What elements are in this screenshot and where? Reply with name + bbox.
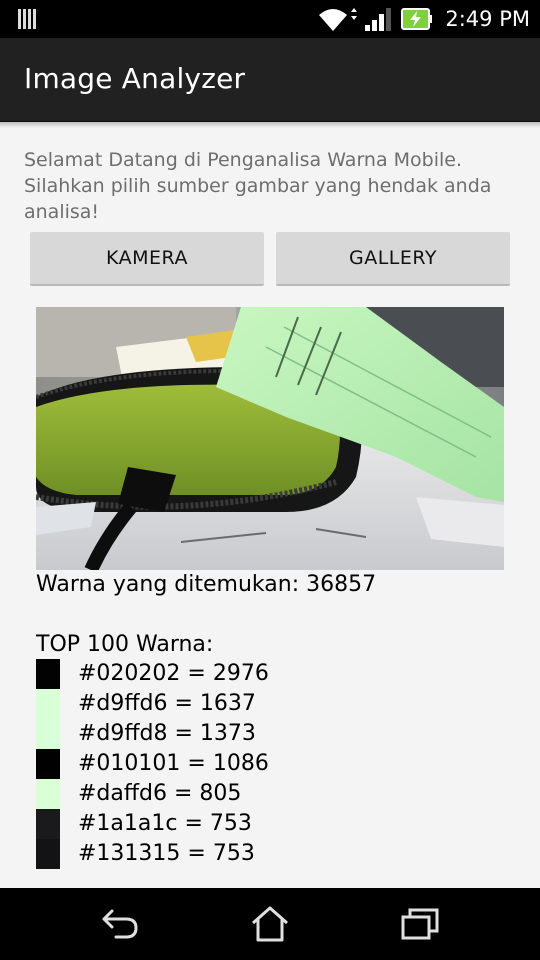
gallery-button[interactable]: GALLERY bbox=[276, 232, 510, 286]
color-list-item: #020202 = 2976 bbox=[36, 659, 356, 689]
color-list-item: #d9ffd8 = 1373 bbox=[36, 719, 356, 749]
kamera-button[interactable]: KAMERA bbox=[30, 232, 264, 286]
color-swatch bbox=[36, 689, 60, 719]
battery-charging-icon bbox=[401, 8, 433, 30]
back-icon bbox=[102, 909, 138, 939]
color-count-text: #131315 = 753 bbox=[78, 841, 255, 866]
color-swatch bbox=[36, 779, 60, 809]
color-list: #020202 = 2976 #d9ffd6 = 1637 #d9ffd8 = … bbox=[36, 659, 356, 869]
welcome-text: Selamat Datang di Penganalisa Warna Mobi… bbox=[24, 147, 504, 225]
status-bar: 2:49 PM bbox=[0, 0, 540, 38]
colors-found-count: Warna yang ditemukan: 36857 bbox=[36, 572, 377, 597]
color-count-text: #010101 = 1086 bbox=[78, 751, 269, 776]
top-colors-heading: TOP 100 Warna: bbox=[36, 632, 214, 657]
color-count-text: #1a1a1c = 753 bbox=[78, 811, 252, 836]
app-title: Image Analyzer bbox=[24, 62, 246, 95]
color-swatch bbox=[36, 719, 60, 749]
color-count-text: #d9ffd6 = 1637 bbox=[78, 691, 256, 716]
navigation-bar bbox=[0, 888, 540, 960]
welcome-line-2: Silahkan pilih sumber gambar yang hendak… bbox=[24, 175, 492, 223]
color-list-item: #131315 = 753 bbox=[36, 839, 356, 869]
notification-bars-icon bbox=[18, 9, 36, 29]
analyzed-photo bbox=[36, 307, 504, 570]
action-bar: Image Analyzer bbox=[0, 38, 540, 122]
color-swatch bbox=[36, 659, 60, 689]
signal-icon bbox=[365, 8, 392, 31]
main-content: Selamat Datang di Penganalisa Warna Mobi… bbox=[0, 122, 540, 888]
back-button[interactable] bbox=[90, 902, 150, 946]
welcome-line-1: Selamat Datang di Penganalisa Warna Mobi… bbox=[24, 149, 463, 171]
home-icon bbox=[252, 906, 288, 942]
color-list-item: #010101 = 1086 bbox=[36, 749, 356, 779]
color-list-item: #d9ffd6 = 1637 bbox=[36, 689, 356, 719]
color-list-item: #daffd6 = 805 bbox=[36, 779, 356, 809]
wifi-icon bbox=[319, 8, 358, 31]
color-count-text: #daffd6 = 805 bbox=[78, 781, 242, 806]
color-count-text: #020202 = 2976 bbox=[78, 661, 269, 686]
status-clock: 2:49 PM bbox=[445, 7, 530, 31]
color-list-item: #1a1a1c = 753 bbox=[36, 809, 356, 839]
color-swatch bbox=[36, 839, 60, 869]
action-bar-shadow bbox=[0, 122, 540, 128]
color-swatch bbox=[36, 749, 60, 779]
recent-apps-button[interactable] bbox=[390, 902, 450, 946]
home-button[interactable] bbox=[240, 902, 300, 946]
recent-apps-icon bbox=[401, 908, 439, 940]
color-count-text: #d9ffd8 = 1373 bbox=[78, 721, 256, 746]
color-swatch bbox=[36, 809, 60, 839]
